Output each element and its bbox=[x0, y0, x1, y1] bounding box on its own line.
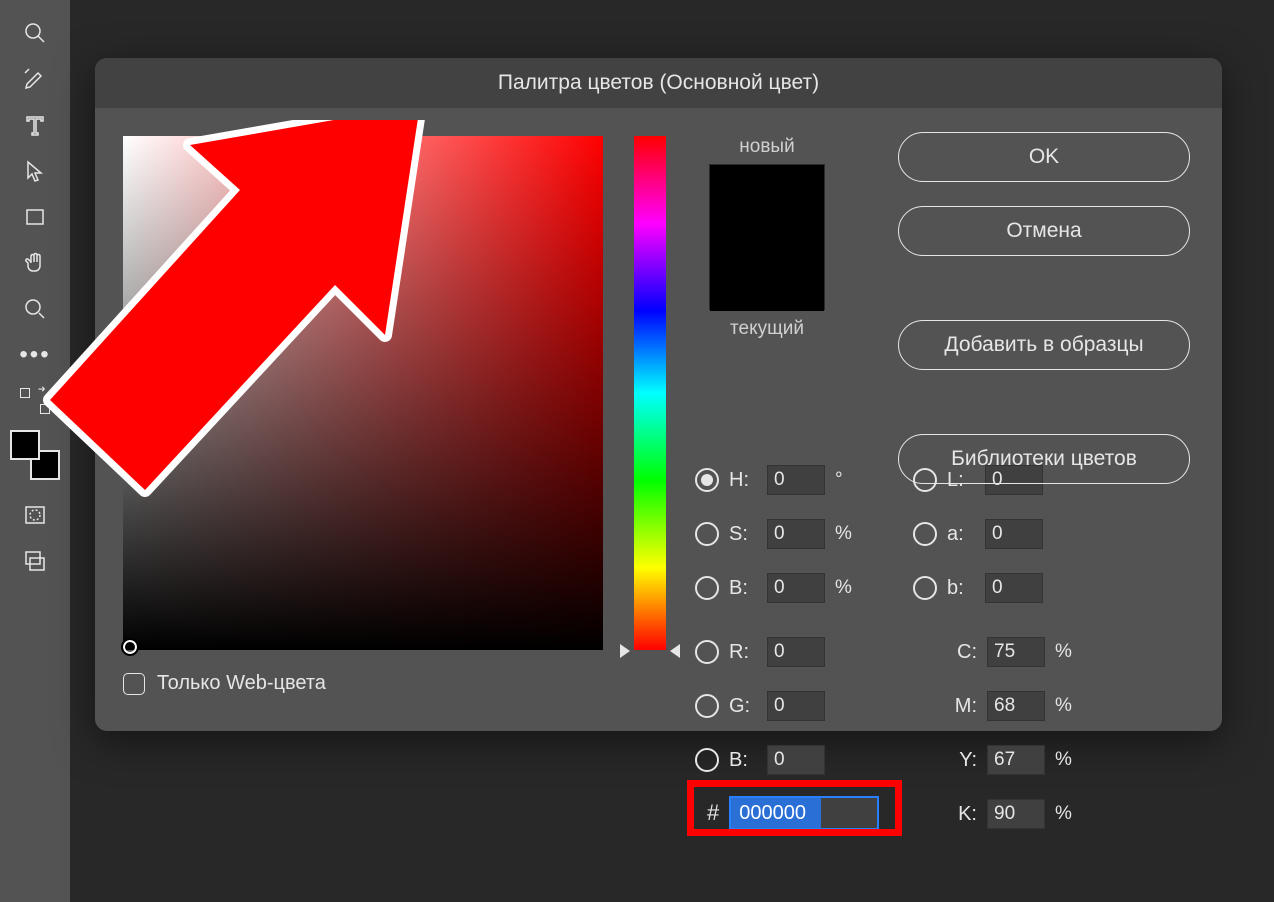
zoom-tool[interactable] bbox=[11, 288, 59, 330]
quick-mask-tool[interactable] bbox=[11, 494, 59, 536]
hue-thumb-right bbox=[670, 644, 680, 658]
path-selection-tool[interactable] bbox=[11, 150, 59, 192]
c-label: C: bbox=[947, 641, 977, 664]
pen-tool[interactable] bbox=[11, 58, 59, 100]
hue-slider[interactable] bbox=[623, 136, 677, 650]
c-input[interactable] bbox=[987, 637, 1045, 667]
color-field-cursor bbox=[121, 638, 139, 656]
bri-radio[interactable] bbox=[695, 576, 719, 600]
tools-panel: ••• bbox=[0, 0, 70, 902]
b-input[interactable] bbox=[767, 573, 825, 603]
hand-tool[interactable] bbox=[11, 242, 59, 284]
type-tool[interactable] bbox=[11, 104, 59, 146]
k-input[interactable] bbox=[987, 799, 1045, 829]
a-label: a: bbox=[947, 523, 975, 546]
k-label: K: bbox=[947, 803, 977, 826]
h-label: H: bbox=[729, 469, 757, 492]
bv-radio[interactable] bbox=[695, 748, 719, 772]
g-radio[interactable] bbox=[695, 694, 719, 718]
deg-unit: ° bbox=[835, 469, 857, 491]
web-colors-label: Только Web-цвета bbox=[157, 672, 326, 695]
g-label: G: bbox=[729, 695, 757, 718]
cancel-button[interactable]: Отмена bbox=[898, 206, 1190, 256]
new-color-label: новый bbox=[697, 136, 837, 158]
r-input[interactable] bbox=[767, 637, 825, 667]
foreground-background-colors[interactable] bbox=[10, 430, 60, 480]
h-input[interactable] bbox=[767, 465, 825, 495]
color-field[interactable] bbox=[123, 136, 603, 650]
magnify-tool[interactable] bbox=[11, 12, 59, 54]
current-color-label: текущий bbox=[697, 318, 837, 340]
sat-radio[interactable] bbox=[695, 522, 719, 546]
hue-radio[interactable] bbox=[695, 468, 719, 492]
current-color-swatch[interactable] bbox=[710, 238, 824, 311]
a-radio[interactable] bbox=[913, 522, 937, 546]
web-colors-checkbox[interactable] bbox=[123, 673, 145, 695]
hex-label: # bbox=[707, 800, 719, 826]
a-input[interactable] bbox=[985, 519, 1043, 549]
add-swatch-button[interactable]: Добавить в образцы bbox=[898, 320, 1190, 370]
r-radio[interactable] bbox=[695, 640, 719, 664]
lb-label: b: bbox=[947, 577, 975, 600]
lb-input[interactable] bbox=[985, 573, 1043, 603]
color-values: H: ° S: % B: % R: bbox=[695, 463, 1077, 831]
y-label: Y: bbox=[947, 749, 977, 772]
m-label: M: bbox=[947, 695, 977, 718]
new-color-swatch bbox=[710, 165, 824, 238]
hex-input[interactable] bbox=[729, 796, 879, 830]
default-colors-icon[interactable] bbox=[11, 380, 59, 422]
r-label: R: bbox=[729, 641, 757, 664]
bv-label: B: bbox=[729, 749, 757, 772]
screen-mode-tool[interactable] bbox=[11, 540, 59, 582]
more-tools[interactable]: ••• bbox=[11, 334, 59, 376]
color-libraries-button[interactable]: Библиотеки цветов bbox=[898, 434, 1190, 484]
s-input[interactable] bbox=[767, 519, 825, 549]
y-input[interactable] bbox=[987, 745, 1045, 775]
m-input[interactable] bbox=[987, 691, 1045, 721]
g-input[interactable] bbox=[767, 691, 825, 721]
ok-button[interactable]: OK bbox=[898, 132, 1190, 182]
hue-thumb-left bbox=[620, 644, 630, 658]
foreground-color-swatch[interactable] bbox=[10, 430, 40, 460]
color-preview bbox=[709, 164, 825, 310]
dialog-title: Палитра цветов (Основной цвет) bbox=[95, 58, 1222, 108]
b-label: B: bbox=[729, 577, 757, 600]
rectangle-tool[interactable] bbox=[11, 196, 59, 238]
color-picker-dialog: Палитра цветов (Основной цвет) Только We… bbox=[95, 58, 1222, 731]
bv-input[interactable] bbox=[767, 745, 825, 775]
lb-radio[interactable] bbox=[913, 576, 937, 600]
s-label: S: bbox=[729, 523, 757, 546]
